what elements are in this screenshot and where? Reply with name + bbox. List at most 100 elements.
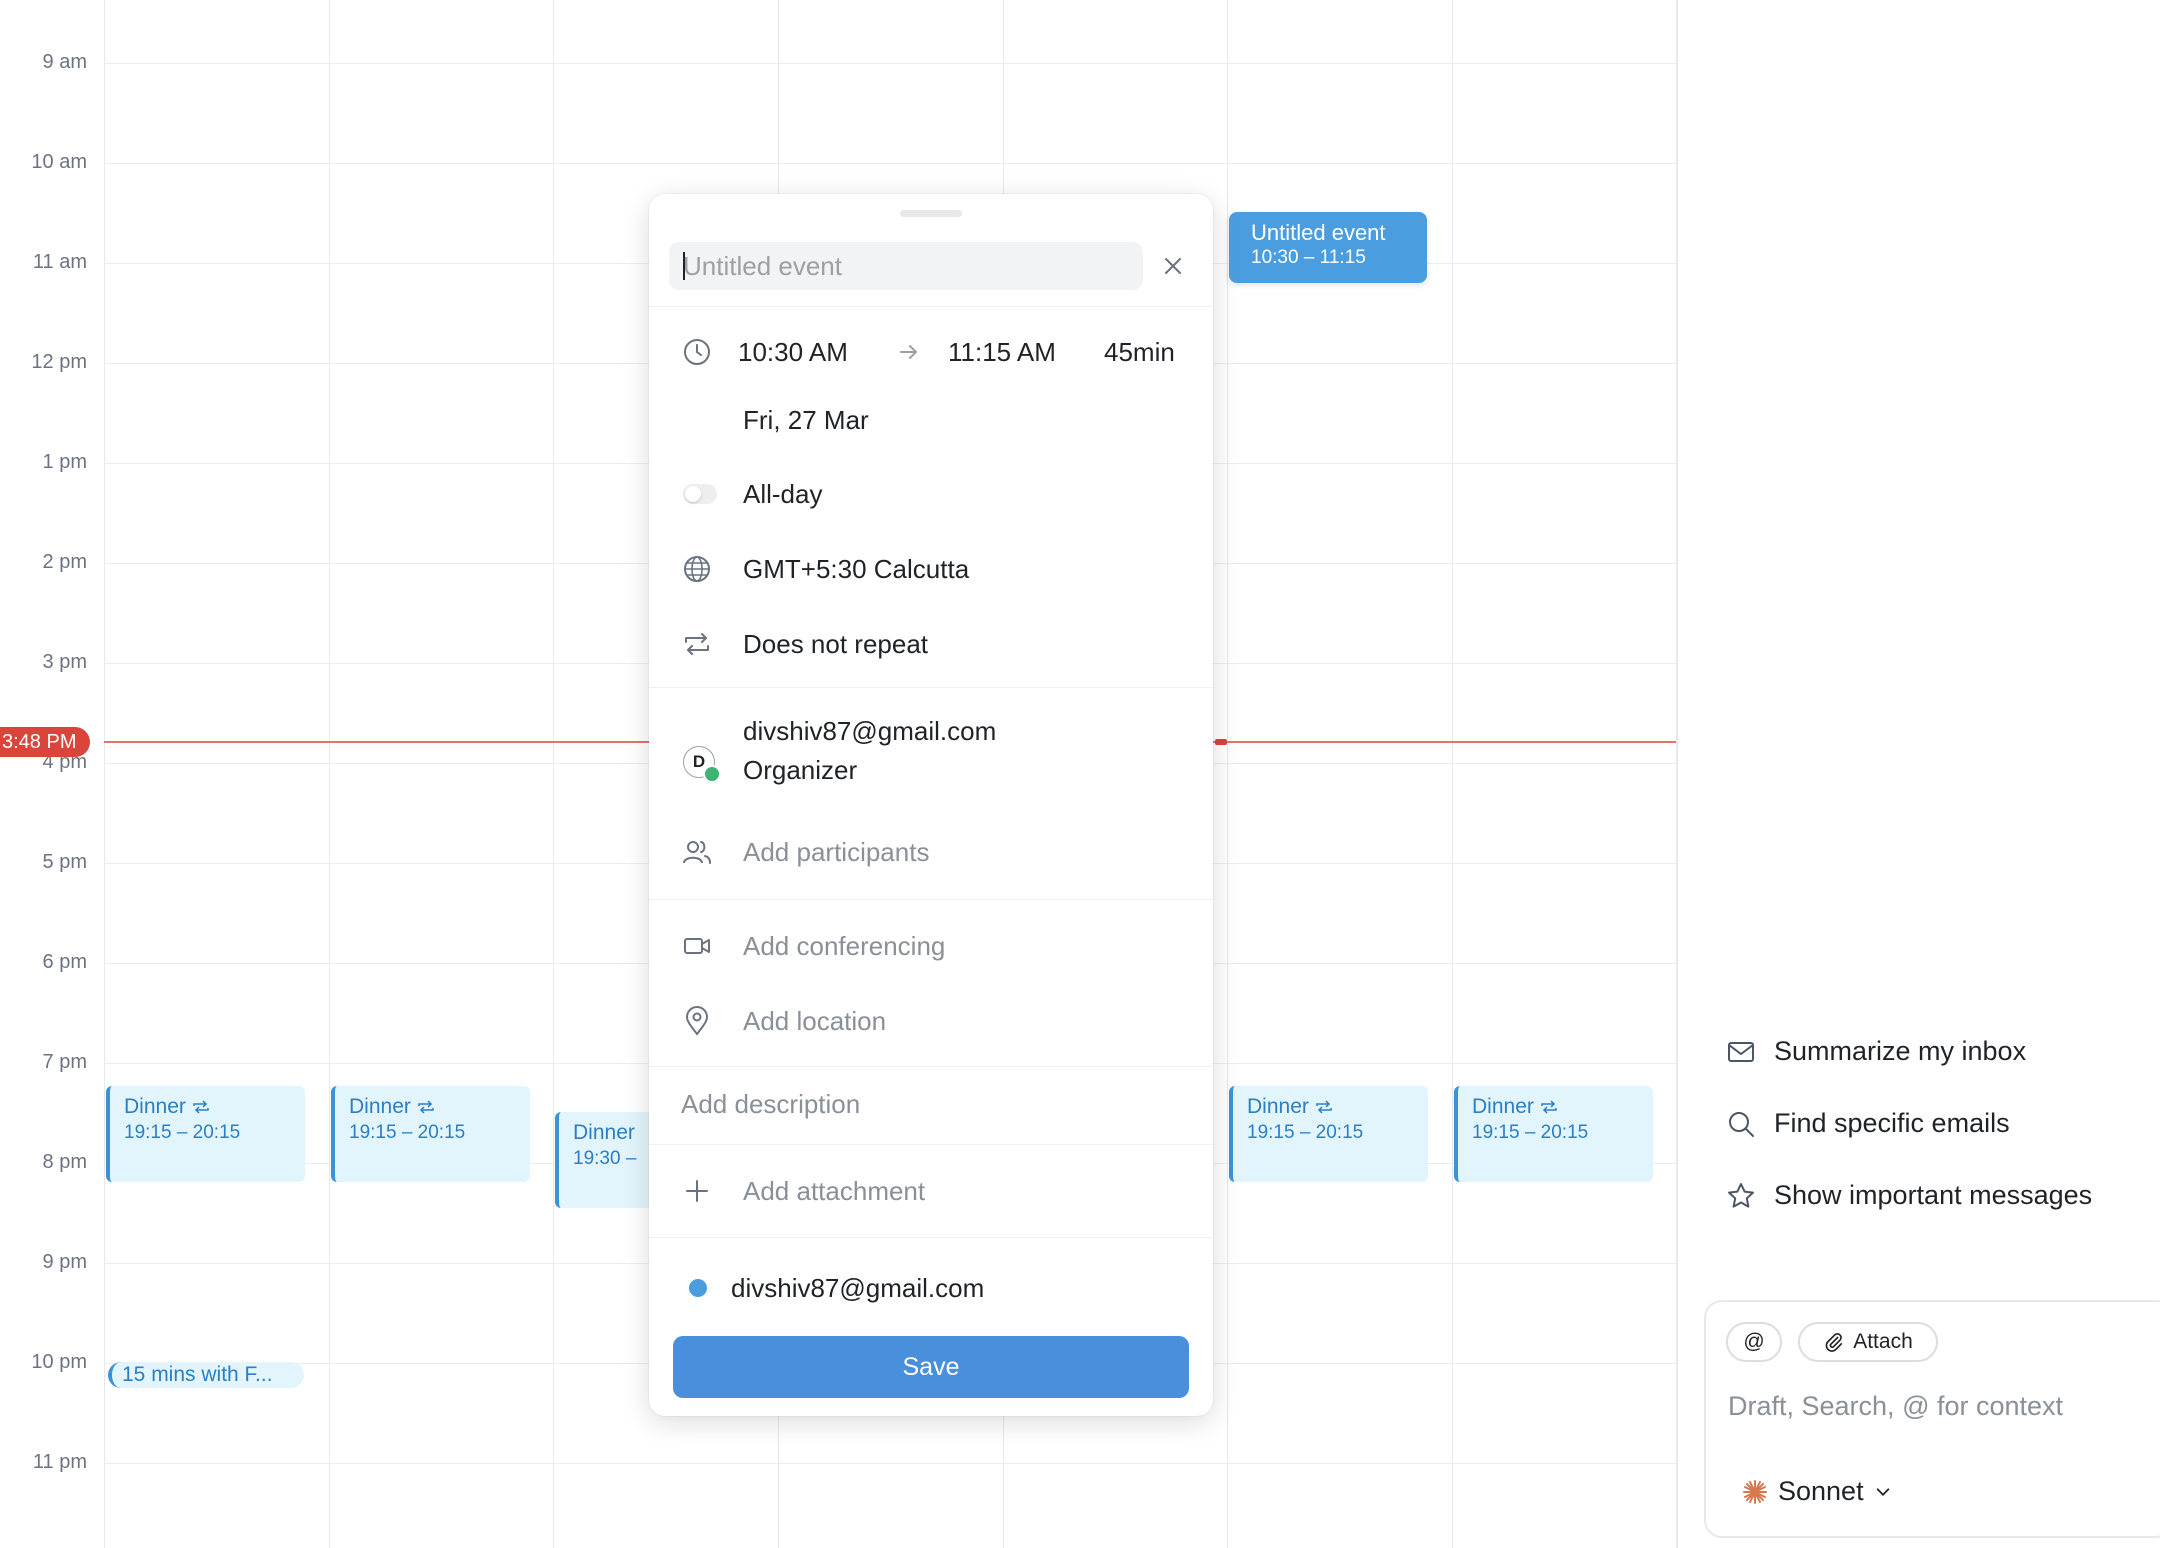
divider [649, 687, 1213, 688]
hour-label: 10 am [31, 151, 87, 173]
calendar-account-row[interactable]: divshiv87@gmail.com [649, 1268, 1213, 1308]
event-dinner[interactable]: Dinner 19:15 – 20:15 [331, 1086, 530, 1182]
hour-row-10am: 10 am [0, 151, 1677, 173]
hour-label: 11 am [32, 251, 87, 273]
hour-label: 3 pm [42, 651, 87, 673]
timezone-value[interactable]: GMT+5:30 Calcutta [743, 554, 969, 585]
star-icon [1728, 1182, 1754, 1208]
day-column-divider [104, 0, 105, 1548]
close-icon[interactable] [1157, 250, 1189, 282]
hour-label: 12 pm [31, 351, 87, 373]
organizer-role: Organizer [743, 755, 858, 785]
assistant-panel: Summarize my inbox Find specific emails … [1678, 0, 2160, 1548]
search-icon [1729, 1111, 1754, 1137]
add-location-label[interactable]: Add location [743, 1006, 886, 1037]
event-dinner[interactable]: Dinner 19:15 – 20:15 [1454, 1086, 1653, 1182]
time-row: 10:30 AM 11:15 AM 45min [649, 332, 1213, 372]
mention-button[interactable]: @ [1726, 1322, 1782, 1362]
divider [649, 1237, 1213, 1238]
drag-handle[interactable] [900, 210, 962, 217]
repeat-icon [1316, 1100, 1332, 1114]
start-time[interactable]: 10:30 AM [738, 337, 848, 368]
hour-row-11pm: 11 pm [0, 1451, 1677, 1473]
sparkle-icon [1743, 1479, 1767, 1504]
add-participants-row[interactable]: Add participants [649, 832, 1213, 872]
hour-label: 6 pm [42, 951, 87, 973]
arrow-right-icon [900, 345, 918, 359]
repeat-row[interactable]: Does not repeat [649, 624, 1213, 664]
people-icon [683, 841, 711, 864]
hour-row-9am: 9 am [0, 51, 1677, 73]
hour-label: 8 pm [42, 1151, 87, 1173]
add-description-label[interactable]: Add description [681, 1089, 860, 1120]
attach-button[interactable]: Attach [1798, 1322, 1938, 1362]
event-dinner[interactable]: Dinner 19:15 – 20:15 [1229, 1086, 1428, 1182]
hour-label: 5 pm [42, 851, 87, 873]
chevron-down-icon [1876, 1487, 1889, 1496]
hour-label: 11 pm [32, 1451, 87, 1473]
suggestion-label: Summarize my inbox [1774, 1036, 2027, 1066]
repeat-icon [193, 1100, 209, 1114]
text-caret [683, 252, 685, 280]
assistant-composer: @ Attach Sonnet [1704, 1300, 2160, 1538]
clock-icon [684, 339, 710, 365]
add-conferencing-row[interactable]: Add conferencing [649, 926, 1213, 966]
all-day-label: All-day [743, 478, 823, 509]
organizer-email: divshiv87@gmail.com [743, 716, 997, 746]
video-camera-icon [684, 938, 710, 954]
calendar-account-email[interactable]: divshiv87@gmail.com [731, 1273, 984, 1304]
date-row[interactable]: Fri, 27 Mar [649, 400, 1213, 440]
model-selector[interactable]: Sonnet [1742, 1476, 1892, 1507]
event-date[interactable]: Fri, 27 Mar [743, 405, 869, 436]
hour-label: 9 am [42, 51, 87, 73]
all-day-toggle[interactable] [683, 484, 717, 504]
event-short[interactable]: 15 mins with F... [108, 1362, 304, 1388]
mail-icon [1728, 1041, 1754, 1062]
suggestion-label: Find specific emails [1774, 1108, 2010, 1138]
timezone-row[interactable]: GMT+5:30 Calcutta [649, 549, 1213, 589]
all-day-row[interactable]: All-day [649, 474, 1213, 514]
day-column-divider [1227, 0, 1228, 1548]
assistant-input[interactable] [1728, 1386, 2148, 1426]
event-title: Dinner [124, 1095, 186, 1118]
add-conferencing-label[interactable]: Add conferencing [743, 931, 945, 962]
suggestion-find-emails[interactable]: Find specific emails [1726, 1108, 2010, 1139]
organizer-row: D divshiv87@gmail.com Organizer [649, 714, 1213, 796]
event-title: Dinner [573, 1121, 635, 1144]
event-title-input[interactable] [669, 242, 1143, 290]
suggestion-important-messages[interactable]: Show important messages [1726, 1180, 2092, 1211]
current-time-marker [1215, 739, 1227, 745]
repeat-value[interactable]: Does not repeat [743, 629, 928, 660]
divider [649, 899, 1213, 900]
divider [649, 1066, 1213, 1067]
event-time: 10:30 – 11:15 [1251, 247, 1366, 268]
add-location-row[interactable]: Add location [649, 1001, 1213, 1041]
hour-label: 2 pm [42, 551, 87, 573]
end-time[interactable]: 11:15 AM [948, 337, 1056, 368]
hour-label: 1 pm [42, 451, 87, 473]
suggestion-summarize-inbox[interactable]: Summarize my inbox [1726, 1036, 2026, 1067]
location-pin-icon [685, 1006, 709, 1036]
add-participants-label[interactable]: Add participants [743, 837, 929, 868]
add-description-row[interactable]: Add description [649, 1084, 1213, 1124]
event-dinner[interactable]: Dinner 19:15 – 20:15 [106, 1086, 305, 1182]
save-button[interactable]: Save [673, 1336, 1189, 1398]
day-column-divider [553, 0, 554, 1548]
paperclip-icon [1825, 1333, 1843, 1352]
check-icon [703, 765, 721, 783]
event-time: 19:15 – 20:15 [124, 1122, 241, 1143]
duration: 45min [1104, 336, 1175, 367]
model-name: Sonnet [1778, 1476, 1864, 1506]
suggestion-label: Show important messages [1774, 1180, 2093, 1210]
event-title: Dinner [1472, 1095, 1534, 1118]
hour-label: 10 pm [31, 1351, 87, 1373]
event-title: Dinner [1247, 1095, 1309, 1118]
plus-icon [686, 1180, 708, 1202]
day-column-divider [329, 0, 330, 1548]
event-untitled-selected[interactable]: Untitled event 10:30 – 11:15 [1229, 212, 1427, 283]
repeat-icon [418, 1100, 434, 1114]
event-title: Dinner [349, 1095, 411, 1118]
add-attachment-label[interactable]: Add attachment [743, 1176, 925, 1207]
current-time-badge: 3:48 PM [0, 727, 91, 757]
add-attachment-row[interactable]: Add attachment [649, 1171, 1213, 1211]
